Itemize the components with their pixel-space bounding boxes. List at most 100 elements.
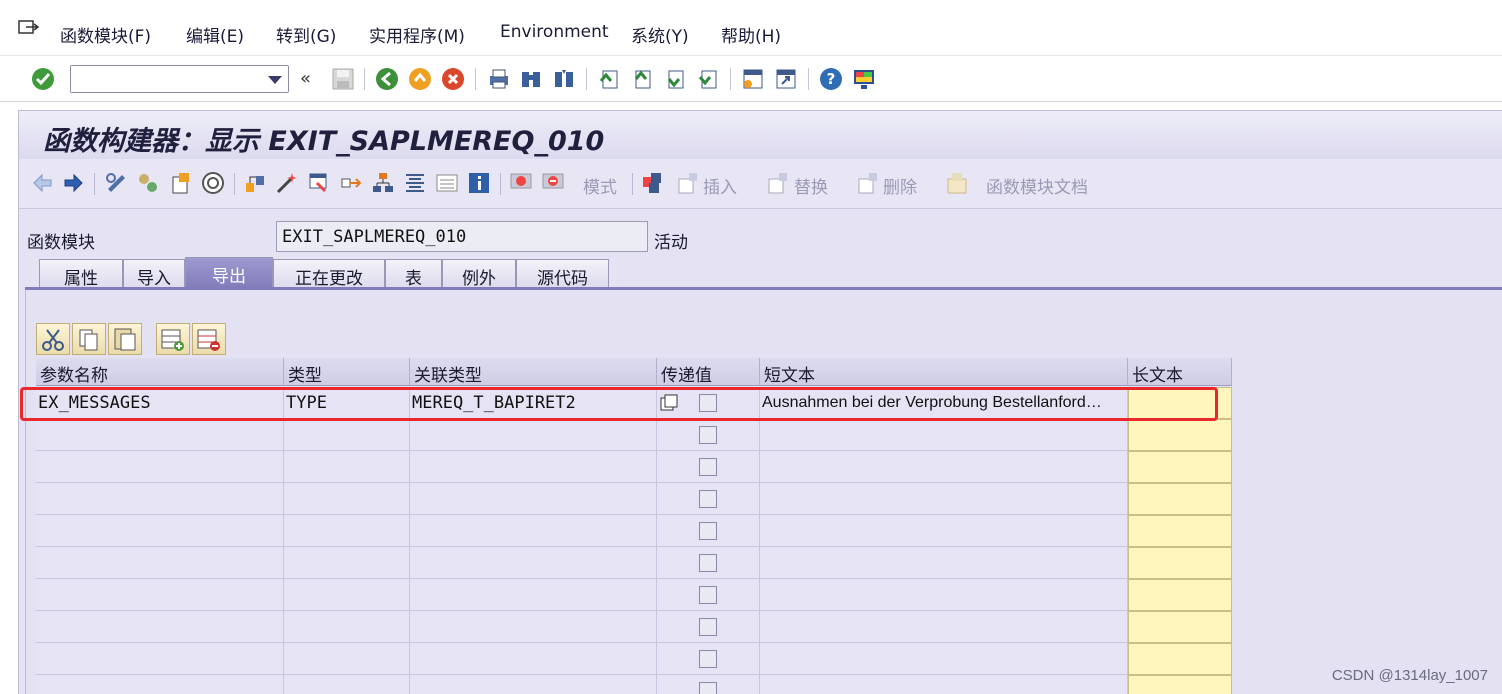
delete-icon[interactable]	[855, 171, 879, 195]
associated-type-cell[interactable]	[410, 483, 657, 515]
short-text-cell[interactable]	[760, 611, 1128, 643]
type-cell[interactable]	[284, 643, 410, 675]
find-next-icon[interactable]	[552, 67, 576, 91]
menu-system[interactable]: 系统(Y)	[631, 22, 689, 47]
pass-value-checkbox[interactable]	[699, 650, 717, 668]
column-header-pass-value[interactable]: 传递值	[657, 358, 760, 386]
long-text-cell[interactable]	[1128, 419, 1232, 451]
pass-value-checkbox[interactable]	[699, 426, 717, 444]
customize-layout-icon[interactable]	[852, 67, 876, 91]
tab-changing[interactable]: 正在更改	[273, 259, 385, 289]
long-text-cell[interactable]	[1128, 483, 1232, 515]
insert-row-button[interactable]	[156, 323, 190, 355]
pass-value-checkbox[interactable]	[699, 554, 717, 572]
type-cell[interactable]	[284, 419, 410, 451]
long-text-cell[interactable]	[1128, 579, 1232, 611]
list-view-icon[interactable]	[435, 171, 459, 195]
paste-button[interactable]	[108, 323, 142, 355]
short-text-cell[interactable]	[760, 419, 1128, 451]
delete-row-button[interactable]	[192, 323, 226, 355]
type-cell[interactable]	[284, 451, 410, 483]
insert-icon[interactable]	[675, 171, 699, 195]
long-text-cell[interactable]	[1128, 611, 1232, 643]
param-name-cell[interactable]	[36, 419, 284, 451]
info-icon[interactable]	[467, 171, 491, 195]
menu-edit[interactable]: 编辑(E)	[186, 22, 244, 47]
hierarchy-forward-icon[interactable]	[339, 171, 363, 195]
documentation-icon[interactable]	[945, 171, 969, 195]
magic-wand-icon[interactable]	[275, 171, 299, 195]
pass-value-checkbox[interactable]	[699, 458, 717, 476]
replace-icon[interactable]	[765, 171, 789, 195]
associated-type-cell[interactable]	[410, 419, 657, 451]
system-menu-icon[interactable]	[18, 20, 40, 38]
help-icon[interactable]: ?	[819, 67, 843, 91]
long-text-cell[interactable]	[1128, 451, 1232, 483]
command-field[interactable]	[70, 65, 289, 93]
last-page-icon[interactable]	[696, 67, 720, 91]
check-object-icon[interactable]	[169, 171, 193, 195]
function-module-field[interactable]: EXIT_SAPLMEREQ_010	[276, 221, 648, 252]
forward-arrow-icon[interactable]	[61, 171, 85, 195]
back-arrow-icon[interactable]	[31, 171, 55, 195]
associated-type-cell[interactable]	[410, 515, 657, 547]
long-text-cell[interactable]	[1128, 643, 1232, 675]
print-icon[interactable]	[487, 67, 511, 91]
pass-value-checkbox[interactable]	[699, 682, 717, 694]
enter-icon[interactable]	[31, 67, 55, 91]
column-header-short-text[interactable]: 短文本	[760, 358, 1128, 386]
delete-button[interactable]: 删除	[883, 173, 917, 198]
test-icon[interactable]	[307, 171, 331, 195]
pattern-icon[interactable]	[509, 171, 533, 195]
param-name-cell[interactable]	[36, 611, 284, 643]
tab-exceptions[interactable]: 例外	[442, 259, 516, 289]
menu-goto[interactable]: 转到(G)	[276, 22, 336, 47]
type-cell[interactable]	[284, 579, 410, 611]
menu-help[interactable]: 帮助(H)	[721, 22, 781, 47]
pretty-printer-icon[interactable]	[403, 171, 427, 195]
insert-button[interactable]: 插入	[703, 173, 737, 198]
chevron-down-icon[interactable]	[268, 76, 282, 84]
replace-button[interactable]: 替换	[794, 173, 828, 198]
long-text-cell[interactable]	[1128, 547, 1232, 579]
param-name-cell[interactable]	[36, 515, 284, 547]
short-text-cell[interactable]	[760, 547, 1128, 579]
active-inactive-icon[interactable]	[136, 171, 160, 195]
tab-tables[interactable]: 表	[385, 259, 442, 289]
hierarchy-icon[interactable]	[371, 171, 395, 195]
tab-import[interactable]: 导入	[123, 259, 185, 289]
associated-type-cell[interactable]	[410, 451, 657, 483]
long-text-cell[interactable]	[1128, 515, 1232, 547]
copy-button[interactable]	[72, 323, 106, 355]
param-name-cell[interactable]	[36, 547, 284, 579]
previous-page-icon[interactable]	[630, 67, 654, 91]
param-name-cell[interactable]	[36, 451, 284, 483]
type-cell[interactable]	[284, 515, 410, 547]
cancel-icon[interactable]	[441, 67, 465, 91]
associated-type-cell[interactable]	[410, 643, 657, 675]
tab-attributes[interactable]: 属性	[39, 259, 123, 289]
pass-value-checkbox[interactable]	[699, 522, 717, 540]
short-text-cell[interactable]	[760, 643, 1128, 675]
mode-button[interactable]: 模式	[583, 173, 617, 198]
column-header-param-name[interactable]: 参数名称	[36, 358, 284, 386]
short-text-cell[interactable]	[760, 483, 1128, 515]
type-cell[interactable]	[284, 675, 410, 694]
short-text-cell[interactable]	[760, 579, 1128, 611]
display-change-icon[interactable]	[104, 171, 128, 195]
long-text-cell[interactable]	[1128, 675, 1232, 694]
menu-function-module[interactable]: 函数模块(F)	[60, 22, 151, 47]
where-used-icon[interactable]	[243, 171, 267, 195]
exit-icon[interactable]	[408, 67, 432, 91]
back-chevron-icon[interactable]: «	[300, 68, 311, 89]
activate-icon[interactable]	[201, 171, 225, 195]
column-header-long-text[interactable]: 长文本	[1128, 358, 1232, 386]
param-name-cell[interactable]	[36, 579, 284, 611]
documentation-button[interactable]: 函数模块文档	[986, 173, 1088, 198]
column-header-associated-type[interactable]: 关联类型	[410, 358, 657, 386]
pass-value-checkbox[interactable]	[699, 586, 717, 604]
new-session-icon[interactable]	[741, 67, 765, 91]
next-page-icon[interactable]	[663, 67, 687, 91]
short-text-cell[interactable]	[760, 451, 1128, 483]
command-input[interactable]	[71, 66, 261, 92]
